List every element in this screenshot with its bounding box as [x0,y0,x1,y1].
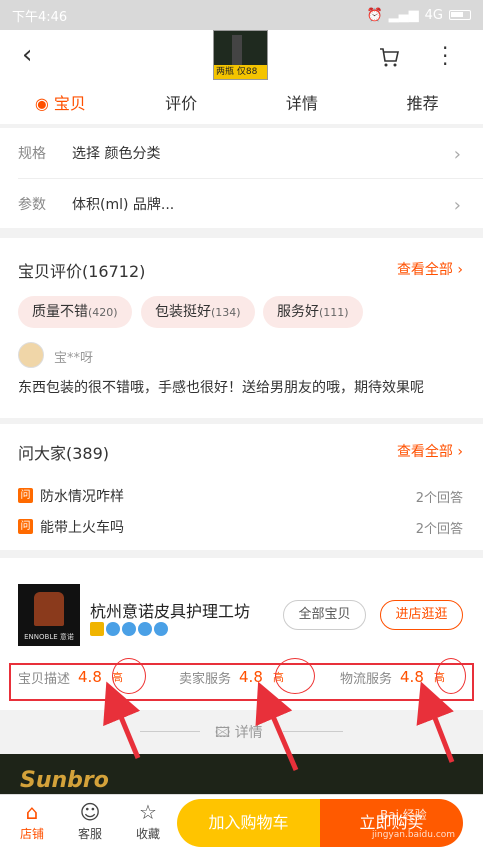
chat-face-icon: ☺ [79,800,101,824]
status-time: 下午4:46 [12,9,68,25]
review-comment[interactable]: 东西包装的很不错哦，手感也很好！送给男朋友的哦，期待效果呢 [18,377,424,397]
crown-badge-icon [90,622,104,636]
visit-shop-button[interactable]: 进店逛逛 [380,600,463,630]
reviews-see-all[interactable]: 查看全部 › [397,259,463,279]
location-pin-icon: ◉ [34,94,49,113]
product-image [232,35,242,65]
params-row[interactable]: 参数 体积(ml) 品牌... › [0,179,483,229]
favorite-button[interactable]: ☆ 收藏 [128,799,168,842]
product-thumbnail[interactable]: 两瓶 仅88 [213,30,268,80]
spec-row[interactable]: 规格 选择 颜色分类 › [0,128,483,178]
shop-rank-badges [90,622,168,636]
tab-reviews[interactable]: 评价 [121,84,242,124]
divider-line [140,731,200,732]
tab-label-item: 宝贝 [53,94,86,113]
store-icon: ⌂ [25,800,39,824]
status-bar: 下午4:46 ⏰ ▂▄▆ 4G [0,0,483,30]
tab-recommend[interactable]: 推荐 [362,84,483,124]
back-icon[interactable]: ‹ [22,40,32,70]
status-icons: ⏰ ▂▄▆ 4G [366,8,471,23]
review-tag-chip[interactable]: 服务好(111) [263,296,363,328]
shop-name[interactable]: 杭州意诺皮具护理工坊 [90,598,250,622]
signal-icon: ▂▄▆ [388,7,419,23]
reviews-title: 宝贝评价(16712) [18,262,146,281]
diamond-badge-icon [138,622,152,636]
cart-icon[interactable] [378,46,400,68]
banner-text: Sunbro [20,768,109,793]
qa-title: 问大家(389) [18,444,110,463]
detail-divider: 🖾 详情 [0,710,483,754]
image-icon: 🖾 [215,725,231,741]
diamond-badge-icon [122,622,136,636]
chevron-right-icon: › [453,144,461,165]
chip-text: 服务好 [277,304,319,320]
shop-logo[interactable]: ENNOBLE 意诺 [18,584,80,646]
chip-count: (111) [319,306,349,319]
alarm-icon: ⏰ [366,7,383,23]
diamond-badge-icon [154,622,168,636]
review-tag-chip[interactable]: 包装挺好(134) [141,296,255,328]
question-icon: 问 [18,488,33,503]
detail-text: 详情 [234,725,263,741]
more-icon[interactable]: · · · [442,38,448,74]
divider-line [283,731,343,732]
customer-service-button[interactable]: ☺ 客服 [70,799,110,842]
all-items-button[interactable]: 全部宝贝 [283,600,366,630]
watermark-url: jingyan.baidu.com [372,830,456,840]
detail-banner-image: Sunbro [0,754,483,794]
tab-item[interactable]: ◉ 宝贝 [0,84,121,124]
qa-see-all[interactable]: 查看全部 › [397,441,463,461]
tab-details[interactable]: 详情 [242,84,363,124]
question-icon: 问 [18,519,33,534]
add-to-cart-button[interactable]: 加入购物车 [177,799,320,847]
question-text[interactable]: 能带上火车吗 [40,517,124,537]
qa-section: 问大家(389) 查看全部 › 问 防水情况咋样 2个回答 问 能带上火车吗 2… [0,424,483,550]
shop-tab-label: 店铺 [19,827,44,841]
params-value: 体积(ml) 品牌... [72,197,175,213]
spec-value: 选择 颜色分类 [72,146,161,162]
watermark-logo: Bai 经验 [380,808,427,822]
annotation-box [9,663,474,701]
chevron-right-icon: › [453,195,461,216]
customer-service-label: 客服 [77,827,102,841]
star-icon: ☆ [139,800,157,824]
see-all-label: 查看全部 [396,262,453,278]
spec-label: 规格 [18,146,46,162]
chair-icon [34,592,64,626]
spec-section: 规格 选择 颜色分类 › 参数 体积(ml) 品牌... › [0,128,483,228]
shop-tab-button[interactable]: ⌂ 店铺 [12,799,52,842]
tab-bar: ◉ 宝贝 评价 详情 推荐 [0,84,483,124]
bottom-action-bar: ⌂ 店铺 ☺ 客服 ☆ 收藏 加入购物车 立即购买 [0,794,483,852]
battery-icon [449,10,471,20]
chip-count: (420) [88,306,118,319]
chip-text: 包装挺好 [155,304,211,320]
chip-text: 质量不错 [32,304,88,320]
favorite-label: 收藏 [135,827,160,841]
reviewer-name: 宝**呀 [54,351,94,366]
avatar [18,342,44,368]
diamond-badge-icon [106,622,120,636]
reviews-section: 宝贝评价(16712) 查看全部 › 质量不错(420) 包装挺好(134) 服… [0,238,483,418]
network-label: 4G [424,7,443,23]
top-navbar: ‹ 两瓶 仅88 · · · [0,30,483,84]
thumbnail-tag: 两瓶 仅88 [214,65,267,79]
chip-count: (134) [211,306,241,319]
answer-count: 2个回答 [415,522,463,537]
answer-count: 2个回答 [415,491,463,506]
shop-logo-text: ENNOBLE 意诺 [24,633,74,641]
review-tag-chip[interactable]: 质量不错(420) [18,296,132,328]
params-label: 参数 [18,197,46,213]
see-all-label: 查看全部 [396,444,453,460]
question-text[interactable]: 防水情况咋样 [40,486,124,506]
detail-label[interactable]: 🖾 详情 [215,722,263,746]
